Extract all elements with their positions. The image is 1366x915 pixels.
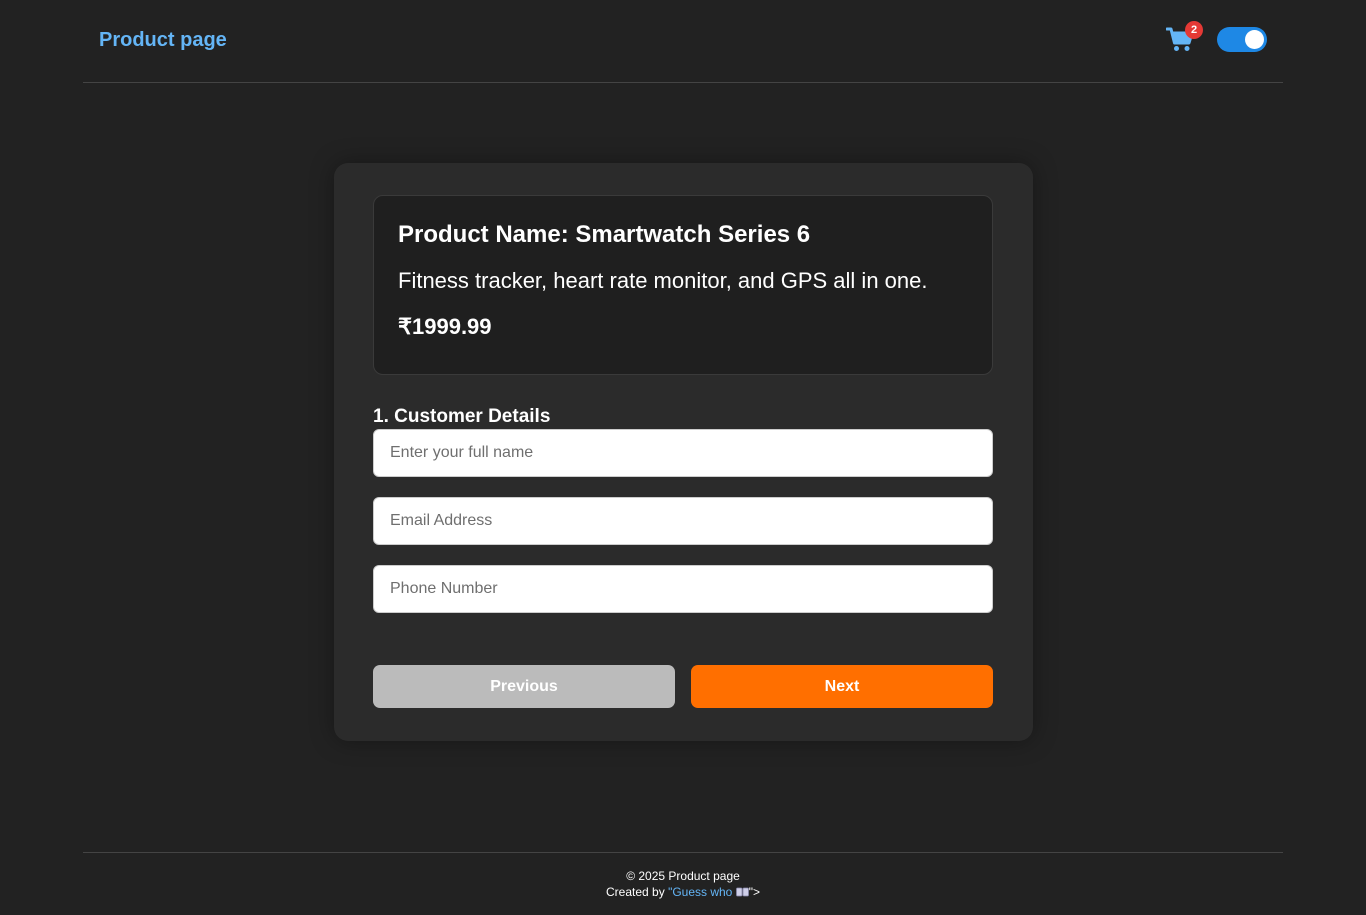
- cart-count-badge: 2: [1185, 21, 1203, 39]
- book-icon: [735, 887, 749, 897]
- author-link[interactable]: "Guess who: [668, 885, 749, 899]
- credit-prefix: Created by: [606, 885, 669, 899]
- credit-suffix: ">: [748, 885, 760, 899]
- brand-link[interactable]: Product page: [99, 29, 227, 52]
- site-footer: © 2025 Product page Created by "Guess wh…: [83, 852, 1283, 915]
- product-name: Product Name: Smartwatch Series 6: [398, 221, 811, 248]
- author-link-text: "Guess who: [668, 885, 736, 899]
- phone-input[interactable]: [373, 565, 993, 613]
- theme-toggle[interactable]: [1217, 27, 1267, 52]
- product-summary: Product Name: Smartwatch Series 6 Fitnes…: [373, 195, 993, 375]
- checkout-card: Product Name: Smartwatch Series 6 Fitnes…: [334, 163, 1033, 741]
- section-title: 1. Customer Details: [373, 406, 551, 427]
- site-header: Product page 2: [83, 0, 1283, 83]
- product-description: Fitness tracker, heart rate monitor, and…: [398, 268, 928, 293]
- next-button[interactable]: Next: [691, 665, 993, 708]
- copyright-text: © 2025 Product page: [626, 869, 740, 883]
- credit-line: Created by "Guess who ">: [83, 885, 1283, 899]
- toggle-knob: [1245, 30, 1264, 49]
- product-price: ₹1999.99: [398, 314, 492, 339]
- full-name-input[interactable]: [373, 429, 993, 477]
- cart-button[interactable]: 2: [1166, 21, 1203, 54]
- email-input[interactable]: [373, 497, 993, 545]
- previous-button[interactable]: Previous: [373, 665, 675, 708]
